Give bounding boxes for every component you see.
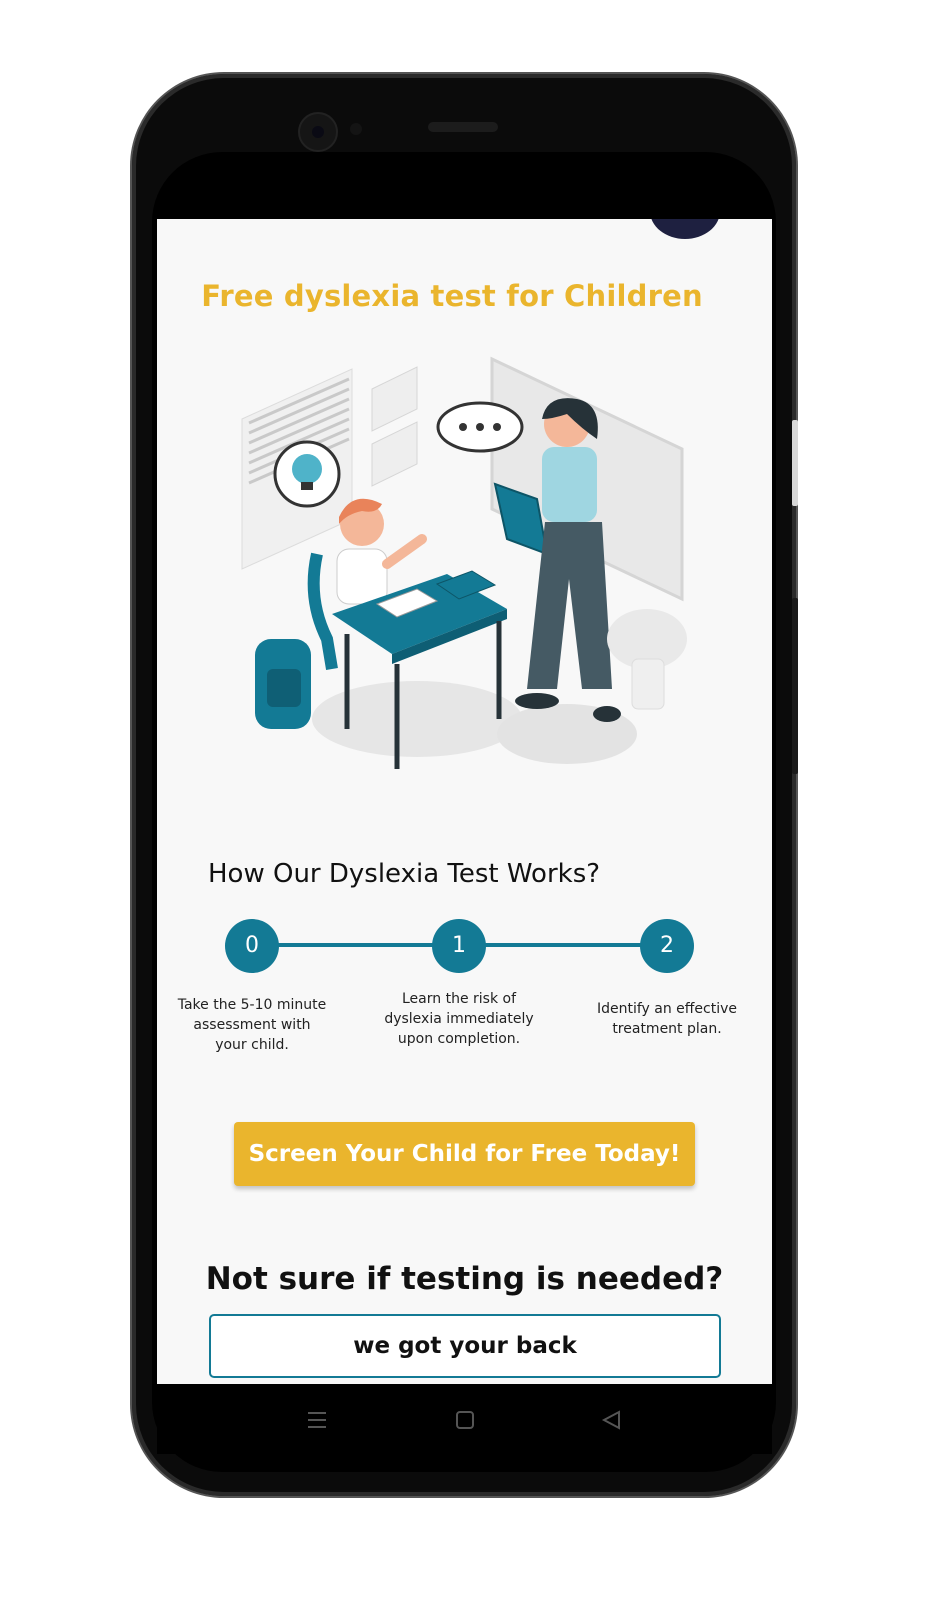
proximity-sensor	[350, 123, 362, 135]
page-title: Free dyslexia test for Children	[201, 279, 703, 313]
how-it-works-heading: How Our Dyslexia Test Works?	[208, 859, 601, 889]
triangle-back-icon[interactable]	[599, 1408, 623, 1432]
step-text-1: Learn the risk of dyslexia immediately u…	[384, 991, 534, 1047]
power-button	[792, 598, 798, 774]
screen-child-button[interactable]: Screen Your Child for Free Today!	[234, 1122, 695, 1186]
we-got-your-back-button[interactable]: we got your back	[209, 1314, 721, 1378]
step-circle-0: 0	[225, 919, 279, 973]
android-nav-bar	[157, 1384, 772, 1454]
volume-button	[792, 420, 798, 506]
step-circle-1: 1	[432, 919, 486, 973]
step-circle-2: 2	[640, 919, 694, 973]
teacher-student-illustration	[241, 356, 687, 769]
app-screen: Free dyslexia test for Children How Our …	[157, 219, 772, 1384]
step-text-0: Take the 5-10 minute assessment with you…	[177, 997, 327, 1053]
earpiece-speaker	[428, 122, 498, 132]
not-sure-heading: Not sure if testing is needed?	[205, 1261, 724, 1297]
front-camera	[298, 112, 338, 152]
avatar[interactable]	[650, 219, 720, 239]
square-home-icon[interactable]	[453, 1408, 477, 1432]
menu-lines-icon[interactable]	[305, 1408, 329, 1432]
step-text-2: Identify an effective treatment plan.	[596, 1001, 738, 1037]
